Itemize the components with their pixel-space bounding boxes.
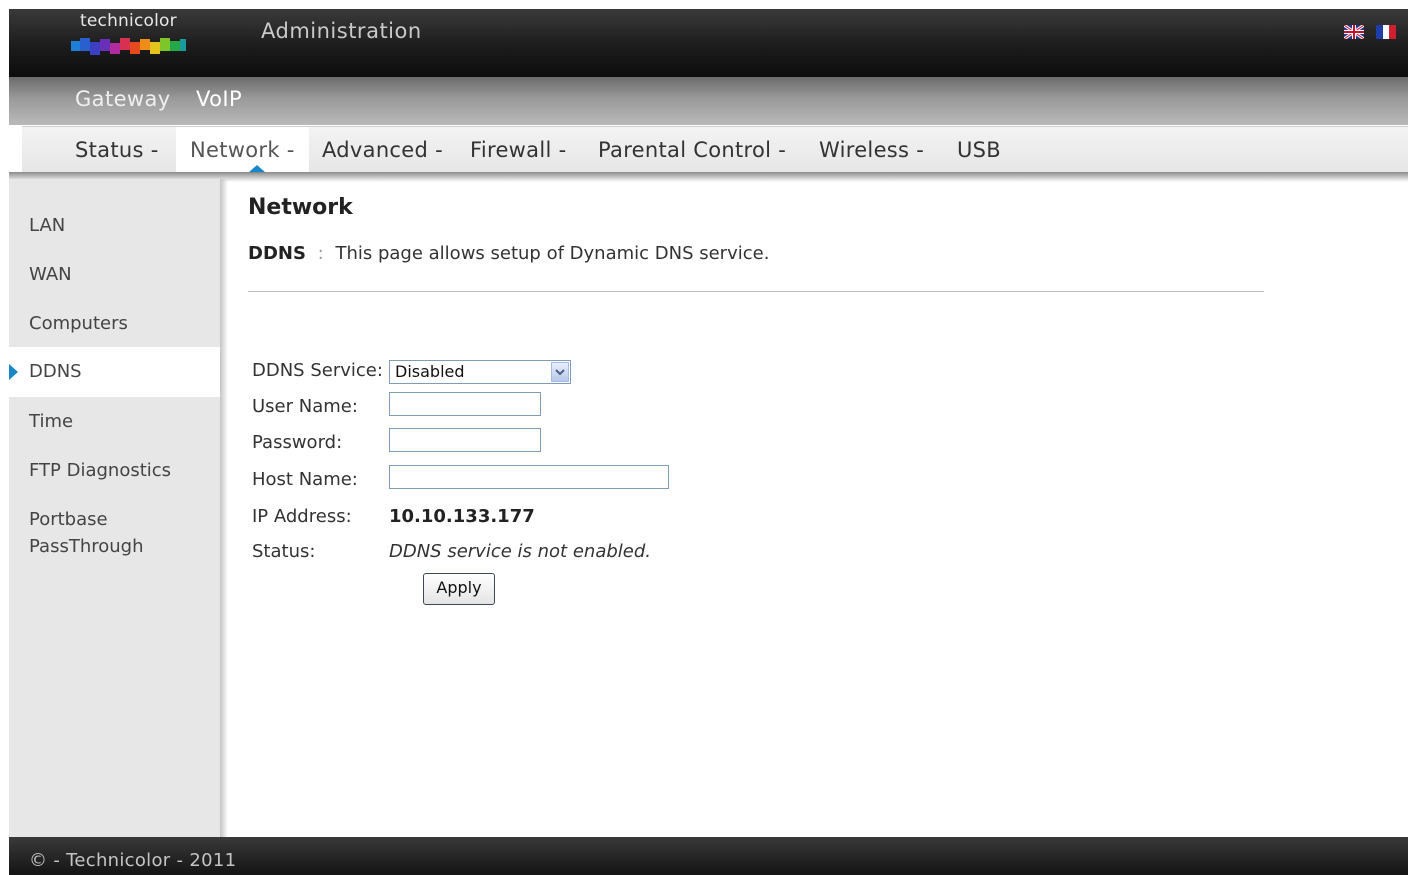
nav-voip[interactable]: VoIP xyxy=(196,87,242,111)
tab-parental-control[interactable]: Parental Control - xyxy=(598,127,786,173)
tab-status[interactable]: Status - xyxy=(75,127,159,173)
ddns-service-label: DDNS Service: xyxy=(252,360,383,381)
sidebar-item-label: Portbase xyxy=(29,509,108,530)
status-value: DDNS service is not enabled. xyxy=(389,541,651,562)
tab-network[interactable]: Network - xyxy=(176,127,309,173)
description-text: This page allows setup of Dynamic DNS se… xyxy=(335,243,770,264)
ip-address-value: 10.10.133.177 xyxy=(389,506,535,527)
uk-flag-icon[interactable] xyxy=(1344,25,1364,39)
sidebar-item-label: LAN xyxy=(29,215,66,236)
sidebar-item-portbase-passthrough[interactable]: Portbase PassThrough xyxy=(9,509,220,559)
description-separator: : xyxy=(317,243,324,264)
description-key: DDNS xyxy=(248,243,306,264)
username-label: User Name: xyxy=(252,396,358,417)
main-content: Network DDNS : This page allows setup of… xyxy=(248,179,1348,829)
tab-advanced[interactable]: Advanced - xyxy=(322,127,443,173)
nav-gateway[interactable]: Gateway xyxy=(75,87,171,111)
sidebar-item-label: FTP Diagnostics xyxy=(29,460,172,481)
sidebar-shadow xyxy=(220,179,228,837)
sidebar: LAN WAN Computers DDNS Time FTP Diagnost… xyxy=(9,179,220,837)
username-field[interactable] xyxy=(389,392,541,416)
status-label: Status: xyxy=(252,541,316,562)
sidebar-item-label: PassThrough xyxy=(29,536,144,557)
logo-text: technicolor xyxy=(80,11,177,31)
hostname-field[interactable] xyxy=(389,465,669,489)
active-item-arrow-icon xyxy=(9,364,18,380)
hostname-label: Host Name: xyxy=(252,469,358,490)
tab-firewall[interactable]: Firewall - xyxy=(470,127,566,173)
main-nav: Gateway VoIP xyxy=(9,77,1408,125)
page-section-title: Administration xyxy=(261,19,422,43)
page-description: DDNS : This page allows setup of Dynamic… xyxy=(248,243,769,264)
sub-nav: Status - Network - Advanced - Firewall -… xyxy=(22,126,1408,173)
sidebar-item-ddns[interactable]: DDNS xyxy=(9,347,220,397)
password-field[interactable] xyxy=(389,428,541,452)
ddns-service-value: Disabled xyxy=(395,362,465,381)
password-label: Password: xyxy=(252,432,343,453)
page-title: Network xyxy=(248,195,353,220)
chevron-down-icon[interactable] xyxy=(551,362,569,382)
tab-usb[interactable]: USB xyxy=(957,127,1001,173)
ip-address-label: IP Address: xyxy=(252,506,352,527)
tab-wireless[interactable]: Wireless - xyxy=(819,127,924,173)
copyright-text: © - Technicolor - 2011 xyxy=(29,850,237,871)
sidebar-item-label: WAN xyxy=(29,264,72,285)
footer: © - Technicolor - 2011 xyxy=(9,837,1408,875)
fr-flag-icon[interactable] xyxy=(1376,25,1396,39)
color-bar-icon xyxy=(71,38,186,55)
divider xyxy=(248,291,1264,292)
language-switcher xyxy=(1344,25,1396,39)
ddns-service-select[interactable]: Disabled xyxy=(389,360,571,384)
technicolor-logo[interactable]: technicolor xyxy=(71,11,186,61)
router-admin-page: technicolor Administration Gateway VoIP … xyxy=(9,9,1408,875)
top-header: technicolor Administration xyxy=(9,9,1408,77)
apply-button[interactable]: Apply xyxy=(423,573,495,605)
sidebar-item-label: Computers xyxy=(29,313,128,334)
sidebar-item-label: DDNS xyxy=(29,361,82,382)
sidebar-item-label: Time xyxy=(29,411,74,432)
